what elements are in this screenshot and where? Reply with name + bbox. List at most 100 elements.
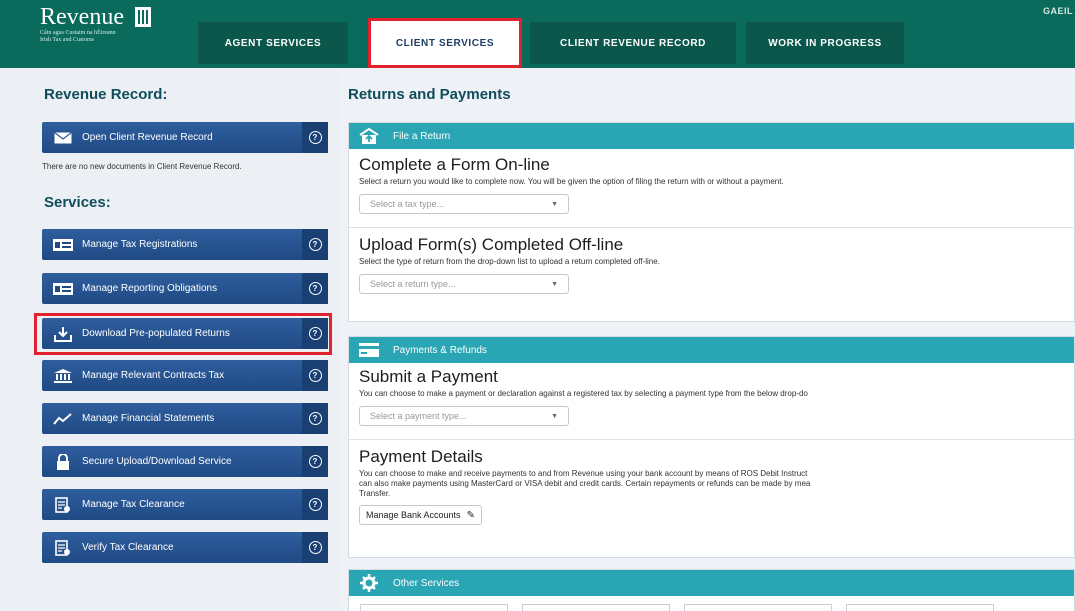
tax-type-placeholder: Select a tax type... xyxy=(370,199,445,209)
manage-relevant-contracts-tax-button[interactable]: Manage Relevant Contracts Tax ? xyxy=(42,360,328,391)
payments-refunds-panel: Payments & Refunds Submit a Payment You … xyxy=(348,336,1075,558)
other-service-tile[interactable] xyxy=(846,604,994,611)
return-type-select[interactable]: Select a return type... ▼ xyxy=(359,274,569,294)
help-icon: ? xyxy=(308,369,322,382)
service-label: Manage Reporting Obligations xyxy=(82,283,218,294)
help-button[interactable]: ? xyxy=(302,489,328,520)
payment-details-description-line1: You can choose to make and receive payme… xyxy=(359,469,808,478)
secure-upload-download-button[interactable]: Secure Upload/Download Service ? xyxy=(42,446,328,477)
help-button[interactable]: ? xyxy=(302,532,328,563)
logo-subtitle-english: Irish Tax and Customs xyxy=(40,37,94,43)
revenue-logo[interactable]: Revenue Cáin agus Custaim na hÉireann Ir… xyxy=(40,4,152,44)
service-label: Manage Relevant Contracts Tax xyxy=(82,370,225,381)
tab-agent-services[interactable]: AGENT SERVICES xyxy=(198,22,348,64)
file-return-header: File a Return xyxy=(349,123,1074,149)
verify-tax-clearance-button[interactable]: Verify Tax Clearance ? xyxy=(42,532,328,563)
help-icon: ? xyxy=(308,282,322,295)
upload-form-title: Upload Form(s) Completed Off-line xyxy=(359,235,624,254)
certificate-icon xyxy=(52,496,74,513)
revenue-record-heading: Revenue Record: xyxy=(44,86,168,103)
help-button[interactable]: ? xyxy=(302,360,328,391)
service-label: Verify Tax Clearance xyxy=(82,542,174,553)
other-services-header-label: Other Services xyxy=(393,577,460,589)
tab-work-in-progress[interactable]: WORK IN PROGRESS xyxy=(746,22,904,64)
page: Revenue Cáin agus Custaim na hÉireann Ir… xyxy=(0,0,1075,611)
help-icon: ? xyxy=(308,541,322,554)
file-return-header-label: File a Return xyxy=(393,130,451,142)
upload-form-description: Select the type of return from the drop-… xyxy=(359,257,660,266)
upload-house-icon xyxy=(359,128,379,144)
service-label: Manage Tax Registrations xyxy=(82,239,198,250)
other-services-header: Other Services xyxy=(349,570,1074,596)
other-service-tile[interactable] xyxy=(360,604,508,611)
complete-form-section: Complete a Form On-line Select a return … xyxy=(359,155,784,214)
payment-details-description-line2: can also make payments using MasterCard … xyxy=(359,479,811,488)
payment-details-section: Payment Details You can choose to make a… xyxy=(359,447,810,525)
other-service-tile[interactable] xyxy=(522,604,670,611)
id-card-icon xyxy=(52,237,74,253)
chevron-down-icon: ▼ xyxy=(551,412,558,420)
pencil-icon: ✎ xyxy=(466,509,475,521)
certificate-icon xyxy=(52,539,74,556)
complete-form-title: Complete a Form On-line xyxy=(359,155,550,174)
manage-bank-accounts-button[interactable]: Manage Bank Accounts ✎ xyxy=(359,505,482,525)
file-return-panel: File a Return Complete a Form On-line Se… xyxy=(348,122,1075,322)
manage-bank-accounts-label: Manage Bank Accounts xyxy=(366,510,461,520)
envelope-icon xyxy=(52,130,74,146)
submit-payment-description: You can choose to make a payment or decl… xyxy=(359,389,808,398)
logo-subtitle-irish: Cáin agus Custaim na hÉireann xyxy=(40,30,116,36)
help-icon: ? xyxy=(308,498,322,511)
padlock-icon xyxy=(52,453,74,470)
highlight-box xyxy=(34,313,332,355)
manage-tax-registrations-button[interactable]: Manage Tax Registrations ? xyxy=(42,229,328,260)
credit-card-icon xyxy=(359,342,379,358)
payment-type-placeholder: Select a payment type... xyxy=(370,411,467,421)
service-label: Manage Financial Statements xyxy=(82,413,215,424)
divider xyxy=(349,227,1074,228)
no-documents-text: There are no new documents in Client Rev… xyxy=(42,162,242,171)
id-card-icon xyxy=(52,281,74,297)
gaeilge-link[interactable]: GAEIL xyxy=(1043,6,1073,16)
service-label: Manage Tax Clearance xyxy=(82,499,185,510)
top-header: Revenue Cáin agus Custaim na hÉireann Ir… xyxy=(0,0,1075,68)
help-button[interactable]: ? xyxy=(302,403,328,434)
trend-chart-icon xyxy=(52,411,74,427)
chevron-down-icon: ▼ xyxy=(551,280,558,288)
payment-type-select[interactable]: Select a payment type... ▼ xyxy=(359,406,569,426)
payment-details-title: Payment Details xyxy=(359,447,483,466)
help-button[interactable]: ? xyxy=(302,446,328,477)
help-icon: ? xyxy=(308,131,322,144)
manage-financial-statements-button[interactable]: Manage Financial Statements ? xyxy=(42,403,328,434)
open-client-record-button[interactable]: Open Client Revenue Record ? xyxy=(42,122,328,153)
help-button[interactable]: ? xyxy=(302,122,328,153)
returns-payments-heading: Returns and Payments xyxy=(348,86,511,103)
tax-type-select[interactable]: Select a tax type... ▼ xyxy=(359,194,569,214)
harp-icon xyxy=(135,7,152,27)
payments-refunds-header: Payments & Refunds xyxy=(349,337,1074,363)
payments-refunds-header-label: Payments & Refunds xyxy=(393,344,487,356)
manage-tax-clearance-button[interactable]: Manage Tax Clearance ? xyxy=(42,489,328,520)
upload-form-section: Upload Form(s) Completed Off-line Select… xyxy=(359,235,660,294)
manage-reporting-obligations-button[interactable]: Manage Reporting Obligations ? xyxy=(42,273,328,304)
help-icon: ? xyxy=(308,455,322,468)
chevron-down-icon: ▼ xyxy=(551,200,558,208)
help-button[interactable]: ? xyxy=(302,273,328,304)
help-button[interactable]: ? xyxy=(302,229,328,260)
help-icon: ? xyxy=(308,412,322,425)
divider xyxy=(349,439,1074,440)
service-label: Secure Upload/Download Service xyxy=(82,456,232,467)
submit-payment-title: Submit a Payment xyxy=(359,367,498,386)
other-service-tile[interactable] xyxy=(684,604,832,611)
building-icon xyxy=(52,368,74,384)
return-type-placeholder: Select a return type... xyxy=(370,279,456,289)
payment-details-description-line3: Transfer. xyxy=(359,489,391,498)
tab-client-services[interactable]: CLIENT SERVICES xyxy=(368,18,522,68)
logo-wordmark: Revenue xyxy=(40,4,124,30)
tab-client-revenue-record[interactable]: CLIENT REVENUE RECORD xyxy=(530,22,736,64)
help-icon: ? xyxy=(308,238,322,251)
services-heading: Services: xyxy=(44,194,111,211)
complete-form-description: Select a return you would like to comple… xyxy=(359,177,784,186)
gear-icon xyxy=(359,574,379,592)
submit-payment-section: Submit a Payment You can choose to make … xyxy=(359,367,808,426)
open-client-record-label: Open Client Revenue Record xyxy=(82,132,213,143)
